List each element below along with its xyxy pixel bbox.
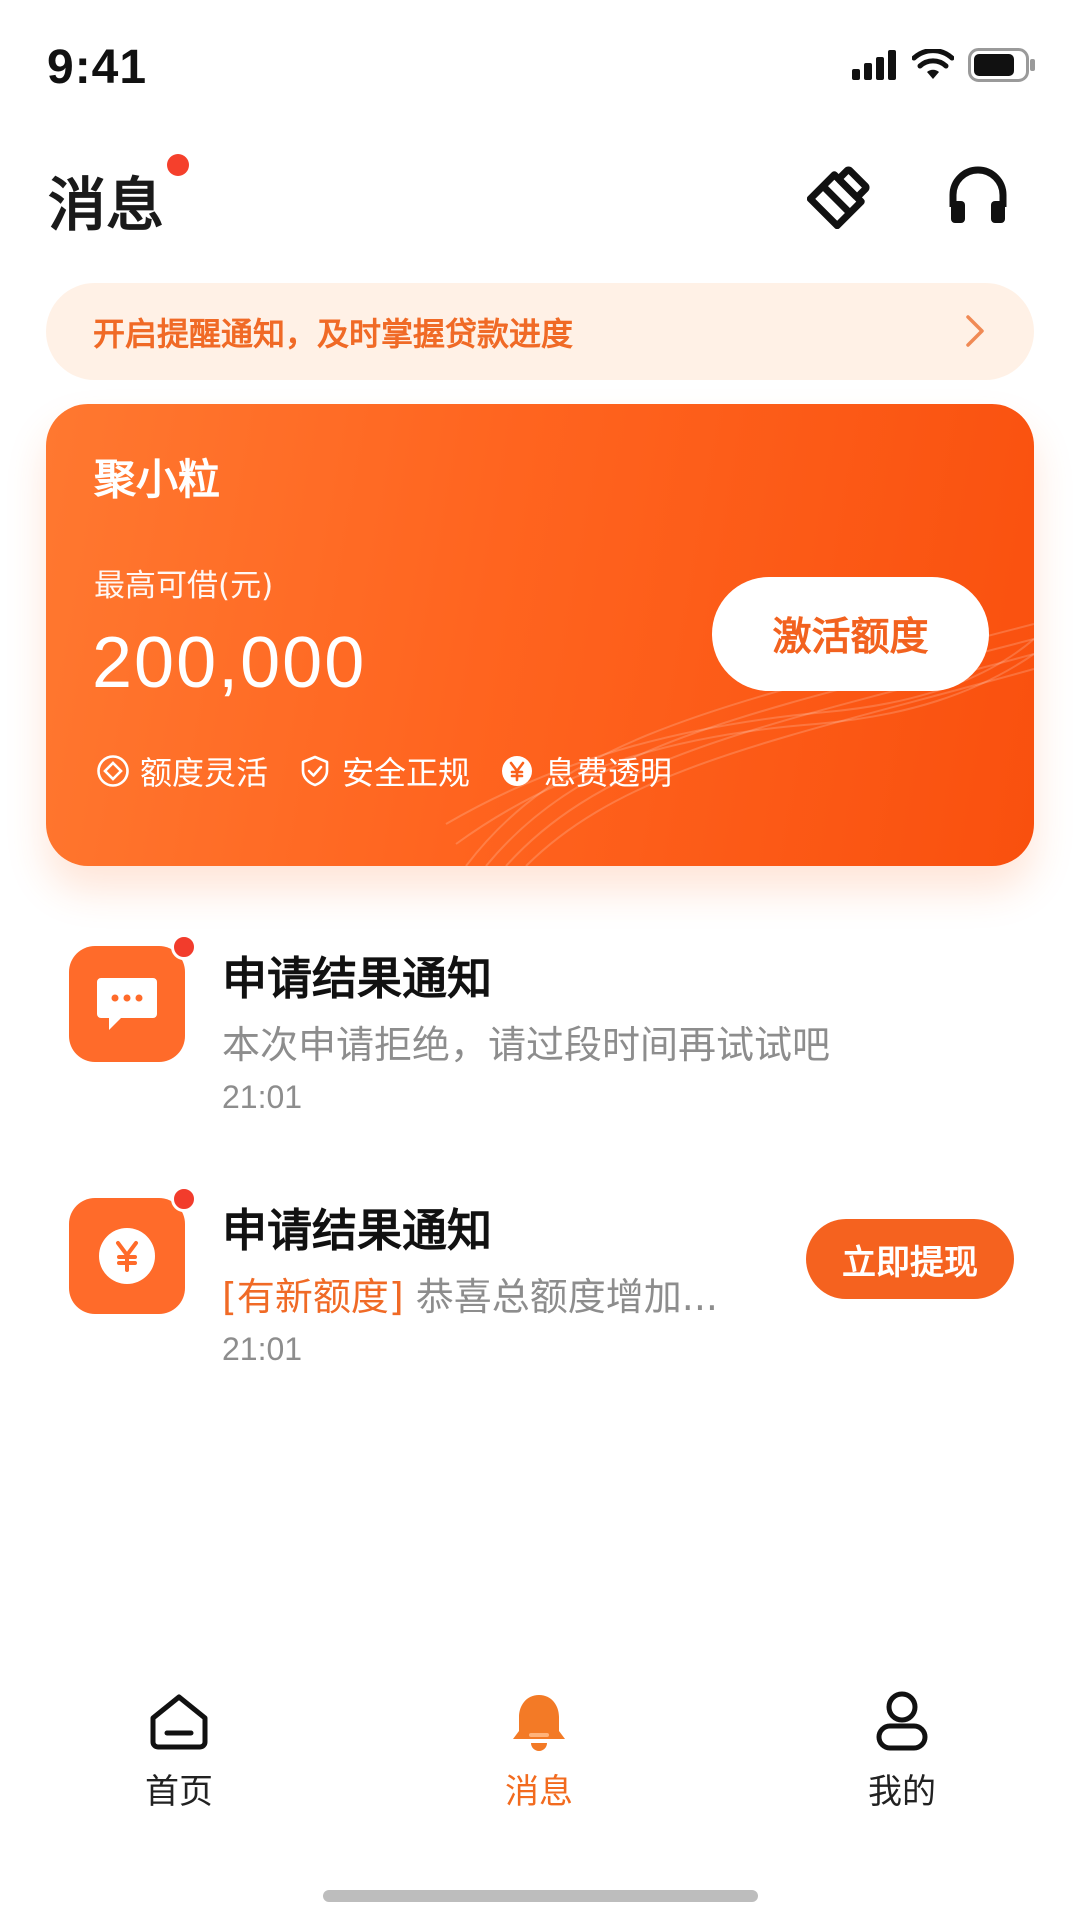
message-description: [有新额度] 恭喜总额度增加... bbox=[222, 1266, 718, 1321]
status-time: 9:41 bbox=[47, 41, 148, 94]
tab-profile[interactable]: 我的 bbox=[822, 1690, 982, 1820]
message-time: 21:01 bbox=[222, 1331, 303, 1367]
yen-circle-icon bbox=[500, 754, 534, 788]
notice-text: 开启提醒通知，及时掌握贷款进度 bbox=[93, 314, 574, 353]
chat-bubble-icon bbox=[97, 978, 157, 1030]
unread-dot bbox=[167, 154, 189, 176]
page-header: 消息 bbox=[0, 130, 1080, 270]
card-brand: 聚小粒 bbox=[94, 455, 221, 504]
status-icons bbox=[852, 48, 1036, 82]
clear-read-button[interactable] bbox=[804, 160, 876, 232]
customer-service-button[interactable] bbox=[942, 160, 1014, 232]
message-description: 本次申请拒绝，请过段时间再试试吧 bbox=[222, 1023, 831, 1067]
home-icon bbox=[147, 1690, 211, 1754]
shield-check-icon bbox=[298, 754, 332, 788]
wifi-icon bbox=[912, 49, 954, 79]
limit-amount: 200,000 bbox=[92, 623, 367, 703]
page-title: 消息 bbox=[48, 171, 165, 239]
feature-list: 额度灵活 安全正规 息费透明 bbox=[96, 748, 672, 794]
message-item[interactable]: 申请结果通知 [有新额度] 恭喜总额度增加... 21:01 立即提现 bbox=[0, 1186, 1080, 1398]
credit-limit-card: 聚小粒 最高可借(元) 200,000 激活额度 额度灵活 安全正规 息费透明 bbox=[46, 404, 1034, 866]
message-icon-box bbox=[69, 946, 185, 1062]
status-bar: 9:41 bbox=[0, 0, 1080, 130]
feature-label: 额度灵活 bbox=[140, 754, 269, 792]
tab-label: 消息 bbox=[505, 1772, 573, 1812]
withdraw-now-button[interactable]: 立即提现 bbox=[806, 1219, 1014, 1299]
clear-read-icon bbox=[807, 166, 870, 229]
message-title: 申请结果通知 bbox=[222, 1204, 493, 1257]
message-description-text: 恭喜总额度增加... bbox=[403, 1275, 718, 1319]
unread-dot bbox=[171, 934, 197, 960]
home-indicator bbox=[323, 1890, 758, 1902]
bell-icon bbox=[507, 1690, 571, 1754]
battery-icon bbox=[968, 48, 1035, 82]
feature-transparent: 息费透明 bbox=[500, 748, 672, 794]
cellular-signal-icon bbox=[852, 50, 896, 80]
activate-limit-button[interactable]: 激活额度 bbox=[712, 577, 989, 691]
yen-coin-icon bbox=[99, 1228, 155, 1284]
message-icon-box bbox=[69, 1198, 185, 1314]
limit-label: 最高可借(元) bbox=[94, 568, 274, 604]
person-icon bbox=[870, 1690, 934, 1754]
message-time: 21:01 bbox=[222, 1079, 303, 1115]
message-title: 申请结果通知 bbox=[222, 952, 493, 1005]
unread-dot bbox=[171, 1186, 197, 1212]
tab-label: 首页 bbox=[145, 1772, 213, 1812]
feature-label: 息费透明 bbox=[544, 754, 673, 792]
feature-safe: 安全正规 bbox=[298, 748, 470, 794]
bottom-tab-bar: 首页 消息 我的 bbox=[0, 1690, 1080, 1840]
message-item[interactable]: 申请结果通知 本次申请拒绝，请过段时间再试试吧 21:01 bbox=[0, 934, 1080, 1146]
feature-label: 安全正规 bbox=[342, 754, 471, 792]
message-tag: [有新额度] bbox=[222, 1275, 404, 1319]
tab-messages[interactable]: 消息 bbox=[459, 1690, 619, 1820]
customer-service-headset-icon bbox=[949, 166, 1007, 223]
notification-reminder-banner[interactable]: 开启提醒通知，及时掌握贷款进度 bbox=[46, 283, 1034, 380]
tab-label: 我的 bbox=[868, 1772, 936, 1812]
diamond-circle-icon bbox=[96, 754, 130, 788]
feature-flexible: 额度灵活 bbox=[96, 748, 268, 794]
tab-home[interactable]: 首页 bbox=[99, 1690, 259, 1820]
chevron-right-icon bbox=[966, 315, 984, 347]
